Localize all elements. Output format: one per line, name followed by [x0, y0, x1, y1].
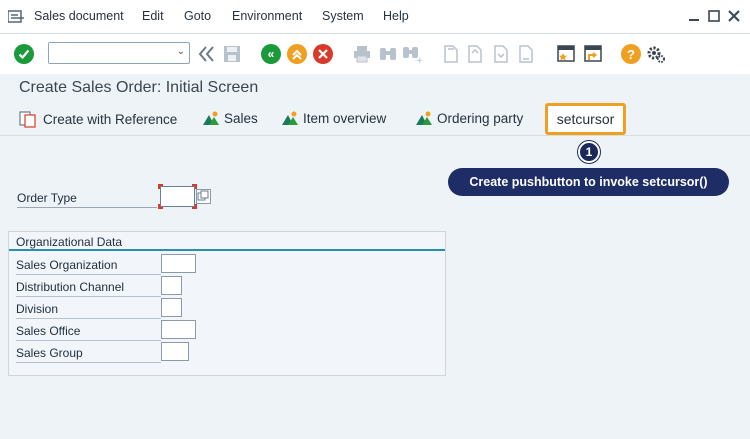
- next-page-icon[interactable]: [491, 44, 511, 64]
- menu-goto[interactable]: Goto: [184, 9, 211, 23]
- close-icon[interactable]: [728, 10, 740, 22]
- enter-icon[interactable]: [14, 44, 34, 64]
- step-number-badge: 1: [578, 141, 600, 163]
- last-page-icon[interactable]: [516, 44, 536, 64]
- create-session-icon[interactable]: [556, 44, 576, 64]
- order-type-input[interactable]: [160, 186, 195, 207]
- mountain-icon: [282, 111, 298, 125]
- previous-page-icon[interactable]: [465, 44, 485, 64]
- item-overview-button[interactable]: Item overview: [281, 110, 386, 126]
- annotation-callout-text: Create pushbutton to invoke setcursor(): [469, 175, 708, 189]
- setcursor-button[interactable]: setcursor: [545, 103, 626, 135]
- title-bar: Create Sales Order: Initial Screen: [0, 74, 750, 102]
- menu-edit[interactable]: Edit: [142, 9, 164, 23]
- save-icon[interactable]: [222, 44, 242, 64]
- sales-organization-input[interactable]: [161, 254, 196, 273]
- ordering-party-button[interactable]: Ordering party: [415, 110, 523, 126]
- double-chevron-left-icon[interactable]: [197, 44, 217, 64]
- ordering-party-label: Ordering party: [437, 110, 524, 126]
- sales-office-label: Sales Office: [16, 324, 161, 341]
- organizational-data-group: Organizational Data Sales Organization D…: [8, 231, 446, 376]
- focus-corner: [158, 184, 163, 189]
- first-page-icon[interactable]: [441, 44, 461, 64]
- menu-environment[interactable]: Environment: [232, 9, 302, 23]
- command-field[interactable]: ⌄: [48, 42, 190, 64]
- exit-icon[interactable]: [287, 44, 307, 64]
- create-with-reference-icon: [19, 111, 36, 128]
- organizational-data-title: Organizational Data: [16, 235, 123, 249]
- maximize-icon[interactable]: [708, 10, 720, 22]
- division-input[interactable]: [161, 298, 182, 317]
- sales-group-label: Sales Group: [16, 346, 161, 363]
- mountain-icon: [203, 111, 219, 125]
- print-icon[interactable]: [352, 44, 372, 64]
- focus-corner: [158, 204, 163, 209]
- application-toolbar: Create with Reference Sales Item overvie…: [0, 102, 750, 136]
- division-label: Division: [16, 302, 161, 319]
- create-with-reference-button[interactable]: Create with Reference: [19, 110, 177, 128]
- minimize-icon[interactable]: [688, 10, 700, 22]
- sales-office-input[interactable]: [161, 320, 196, 339]
- sales-group-input[interactable]: [161, 342, 189, 361]
- chevron-down-icon[interactable]: ⌄: [177, 46, 185, 57]
- standard-toolbar: ⌄ « + ?: [0, 34, 750, 74]
- find-next-icon[interactable]: +: [402, 44, 422, 64]
- gear-icon[interactable]: [646, 44, 666, 64]
- shortcut-icon[interactable]: [583, 44, 603, 64]
- group-divider: [9, 249, 445, 251]
- find-icon[interactable]: [378, 44, 398, 64]
- command-input[interactable]: [49, 43, 169, 63]
- menu-system[interactable]: System: [322, 9, 364, 23]
- annotation-callout: Create pushbutton to invoke setcursor(): [448, 168, 729, 196]
- help-icon[interactable]: ?: [621, 44, 641, 64]
- create-with-reference-label: Create with Reference: [43, 111, 178, 127]
- distribution-channel-input[interactable]: [161, 276, 182, 295]
- back-icon[interactable]: «: [261, 44, 281, 64]
- sales-organization-label: Sales Organization: [16, 258, 161, 275]
- order-type-label: Order Type: [17, 191, 157, 208]
- mountain-icon: [416, 111, 432, 125]
- menu-icon[interactable]: [8, 10, 24, 24]
- distribution-channel-label: Distribution Channel: [16, 280, 161, 297]
- menu-help[interactable]: Help: [383, 9, 409, 23]
- cancel-icon[interactable]: [313, 44, 333, 64]
- setcursor-label: setcursor: [556, 111, 615, 127]
- value-help-icon[interactable]: [196, 189, 211, 204]
- menu-bar: Sales document Edit Goto Environment Sys…: [0, 0, 750, 34]
- sales-label: Sales: [224, 110, 258, 126]
- page-title: Create Sales Order: Initial Screen: [19, 79, 259, 96]
- sales-button[interactable]: Sales: [202, 110, 258, 126]
- menu-sales-document[interactable]: Sales document: [34, 9, 124, 23]
- svg-text:+: +: [416, 56, 422, 64]
- item-overview-label: Item overview: [303, 110, 387, 126]
